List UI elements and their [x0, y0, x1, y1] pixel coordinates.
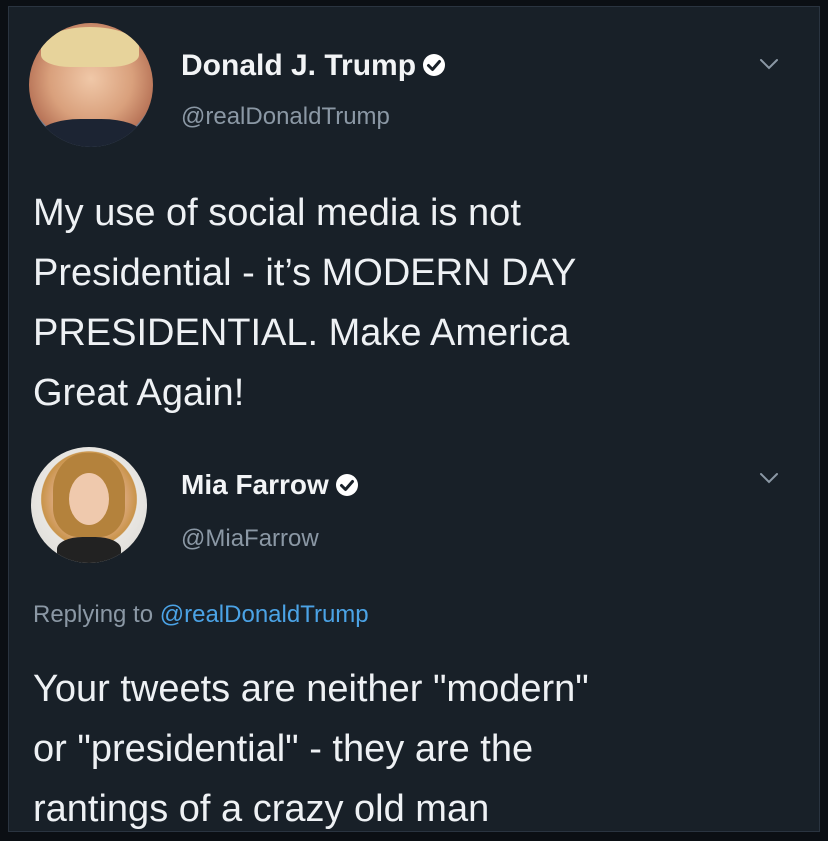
chevron-down-icon[interactable]: [759, 57, 779, 71]
reply-context: Replying to @realDonaldTrump: [33, 601, 369, 629]
avatar-trump[interactable]: [29, 23, 153, 147]
chevron-down-icon[interactable]: [759, 471, 779, 485]
reply-prefix: Replying to: [33, 601, 154, 628]
avatar-suit: [39, 119, 143, 147]
verified-badge-icon: [423, 54, 446, 77]
avatar-farrow[interactable]: [31, 447, 147, 563]
avatar-face: [69, 473, 109, 525]
tweet-trump[interactable]: Donald J. Trump @realDonaldTrump My use …: [9, 7, 819, 437]
avatar-clothing: [57, 537, 121, 563]
avatar-hair: [41, 27, 139, 67]
author-name[interactable]: Donald J. Trump: [181, 49, 446, 83]
tweet-farrow[interactable]: Mia Farrow @MiaFarrow Replying to @realD…: [9, 437, 819, 831]
tweet-body: My use of social media is not Presidenti…: [33, 192, 577, 414]
author-handle[interactable]: @realDonaldTrump: [181, 103, 390, 131]
verified-badge-icon: [335, 473, 358, 496]
tweet-body: Your tweets are neither "modern" or "pre…: [33, 668, 589, 830]
author-handle[interactable]: @MiaFarrow: [181, 525, 319, 553]
tweet-thread: Donald J. Trump @realDonaldTrump My use …: [8, 6, 820, 832]
author-name-text[interactable]: Donald J. Trump: [181, 49, 416, 82]
author-name-text[interactable]: Mia Farrow: [181, 469, 329, 500]
author-name[interactable]: Mia Farrow: [181, 469, 359, 501]
reply-mention-link[interactable]: @realDonaldTrump: [160, 601, 369, 628]
